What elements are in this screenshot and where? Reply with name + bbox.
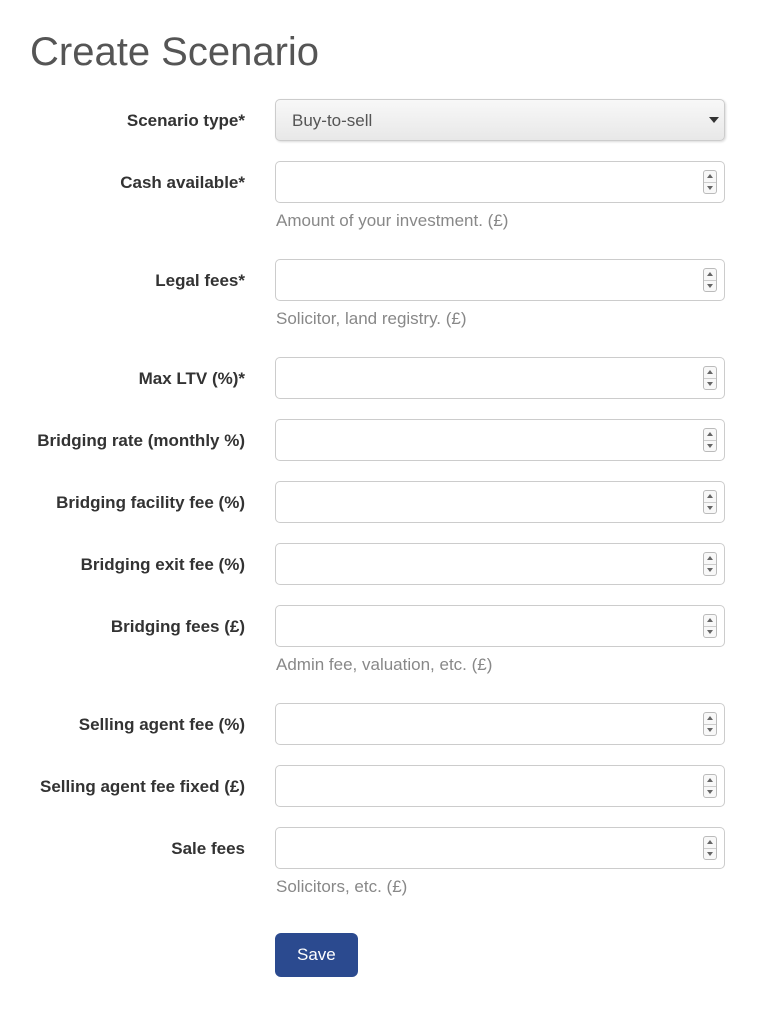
number-spinner — [703, 366, 717, 390]
number-spinner — [703, 552, 717, 576]
selling-agent-fee-pct-label: Selling agent fee (%) — [30, 703, 275, 737]
spinner-down-icon[interactable] — [704, 725, 716, 736]
sale-fees-help: Solicitors, etc. (£) — [275, 877, 729, 897]
sale-fees-label: Sale fees — [30, 827, 275, 861]
spinner-up-icon[interactable] — [704, 171, 716, 183]
max-ltv-input[interactable] — [275, 357, 725, 399]
bridging-rate-label: Bridging rate (monthly %) — [30, 419, 275, 453]
number-spinner — [703, 170, 717, 194]
spinner-up-icon[interactable] — [704, 775, 716, 787]
page-title: Create Scenario — [30, 30, 729, 75]
spinner-down-icon[interactable] — [704, 627, 716, 638]
bridging-fees-help: Admin fee, valuation, etc. (£) — [275, 655, 729, 675]
spinner-down-icon[interactable] — [704, 565, 716, 576]
selling-agent-fee-fixed-input[interactable] — [275, 765, 725, 807]
save-button[interactable]: Save — [275, 933, 358, 977]
bridging-rate-input[interactable] — [275, 419, 725, 461]
spinner-up-icon[interactable] — [704, 837, 716, 849]
legal-fees-input[interactable] — [275, 259, 725, 301]
number-spinner — [703, 614, 717, 638]
spinner-up-icon[interactable] — [704, 491, 716, 503]
number-spinner — [703, 490, 717, 514]
bridging-exit-fee-label: Bridging exit fee (%) — [30, 543, 275, 577]
scenario-type-select[interactable]: Buy-to-sell — [275, 99, 725, 141]
spinner-up-icon[interactable] — [704, 713, 716, 725]
cash-available-help: Amount of your investment. (£) — [275, 211, 729, 231]
bridging-exit-fee-input[interactable] — [275, 543, 725, 585]
legal-fees-help: Solicitor, land registry. (£) — [275, 309, 729, 329]
bridging-facility-fee-input[interactable] — [275, 481, 725, 523]
cash-available-input[interactable] — [275, 161, 725, 203]
sale-fees-input[interactable] — [275, 827, 725, 869]
number-spinner — [703, 774, 717, 798]
spinner-up-icon[interactable] — [704, 615, 716, 627]
scenario-type-label: Scenario type* — [30, 99, 275, 133]
number-spinner — [703, 836, 717, 860]
create-scenario-form: Scenario type* Buy-to-sell Cash availabl… — [30, 99, 729, 977]
spinner-up-icon[interactable] — [704, 269, 716, 281]
legal-fees-label: Legal fees* — [30, 259, 275, 293]
selling-agent-fee-pct-input[interactable] — [275, 703, 725, 745]
spinner-down-icon[interactable] — [704, 441, 716, 452]
number-spinner — [703, 712, 717, 736]
number-spinner — [703, 428, 717, 452]
max-ltv-label: Max LTV (%)* — [30, 357, 275, 391]
spinner-down-icon[interactable] — [704, 379, 716, 390]
cash-available-label: Cash available* — [30, 161, 275, 195]
selling-agent-fee-fixed-label: Selling agent fee fixed (£) — [30, 765, 275, 799]
spinner-down-icon[interactable] — [704, 503, 716, 514]
number-spinner — [703, 268, 717, 292]
spinner-up-icon[interactable] — [704, 429, 716, 441]
bridging-fees-input[interactable] — [275, 605, 725, 647]
bridging-facility-fee-label: Bridging facility fee (%) — [30, 481, 275, 515]
spinner-down-icon[interactable] — [704, 787, 716, 798]
spinner-up-icon[interactable] — [704, 367, 716, 379]
spinner-up-icon[interactable] — [704, 553, 716, 565]
spinner-down-icon[interactable] — [704, 849, 716, 860]
spinner-down-icon[interactable] — [704, 281, 716, 292]
spinner-down-icon[interactable] — [704, 183, 716, 194]
bridging-fees-label: Bridging fees (£) — [30, 605, 275, 639]
